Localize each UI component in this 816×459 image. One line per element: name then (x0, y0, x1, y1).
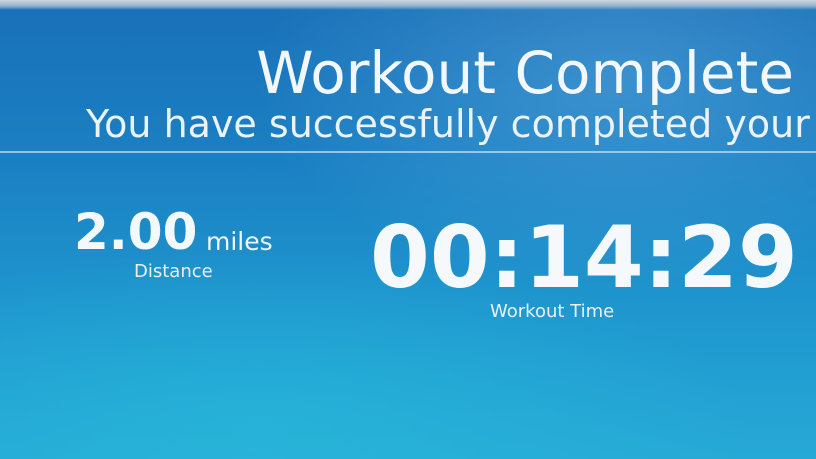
workout-time-label: Workout Time (490, 301, 615, 322)
workout-summary-screen: Workout Complete You have successfully c… (0, 0, 816, 459)
distance-value: 2.00 (74, 203, 198, 261)
header-divider (0, 151, 816, 153)
distance-unit: miles (206, 227, 273, 256)
distance-stat: 2.00 miles Distance (74, 200, 304, 290)
page-title: Workout Complete (256, 39, 794, 107)
completion-message: You have successfully completed your (86, 102, 810, 146)
workout-time-value: 00:14:29 (370, 208, 798, 308)
distance-label: Distance (134, 261, 213, 282)
monitor-bezel (0, 0, 816, 10)
